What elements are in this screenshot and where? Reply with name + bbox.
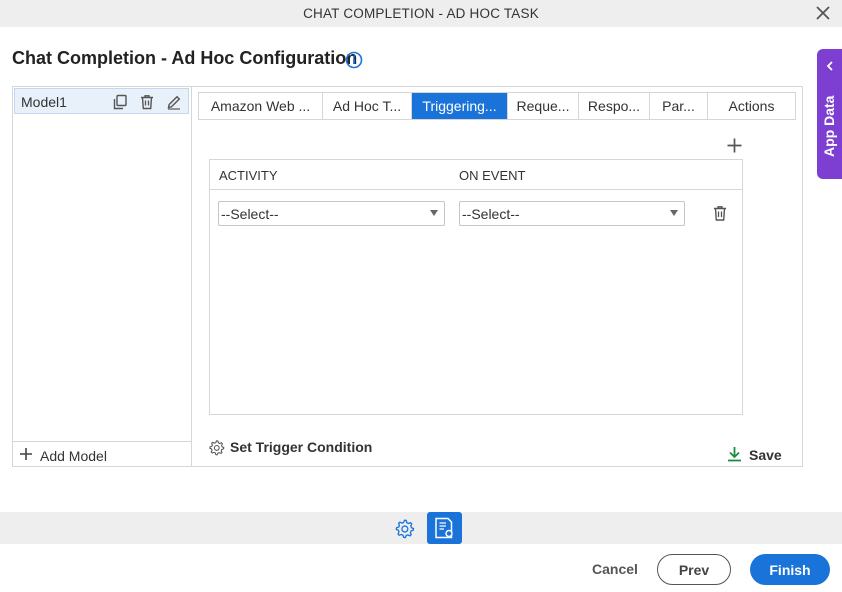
plus-icon bbox=[20, 448, 32, 460]
activity-select[interactable]: --Select-- bbox=[218, 201, 445, 226]
close-icon[interactable] bbox=[814, 4, 832, 22]
tab-triggering[interactable]: Triggering... bbox=[412, 93, 508, 119]
chevron-left-icon bbox=[826, 61, 833, 71]
page-view-button[interactable] bbox=[427, 512, 462, 544]
column-header-activity: ACTIVITY bbox=[219, 168, 278, 183]
tab-ad-hoc-task[interactable]: Ad Hoc T... bbox=[323, 93, 412, 119]
trash-icon[interactable] bbox=[712, 205, 728, 222]
add-model-label: Add Model bbox=[40, 448, 107, 464]
add-row-icon[interactable] bbox=[726, 137, 743, 154]
tab-bar: Amazon Web ... Ad Hoc T... Triggering...… bbox=[198, 92, 796, 120]
page-title: Chat Completion - Ad Hoc Configuration bbox=[12, 48, 358, 68]
gear-icon bbox=[209, 440, 225, 456]
info-icon[interactable] bbox=[345, 51, 363, 69]
table-header: ACTIVITY ON EVENT bbox=[210, 160, 742, 190]
app-data-label: App Data bbox=[821, 95, 837, 157]
tab-actions[interactable]: Actions bbox=[708, 93, 795, 119]
chevron-down-icon bbox=[430, 210, 438, 216]
tab-amazon-web-services[interactable]: Amazon Web ... bbox=[199, 93, 323, 119]
prev-button[interactable]: Prev bbox=[657, 554, 731, 585]
title-bar: CHAT COMPLETION - AD HOC TASK bbox=[0, 0, 842, 27]
on-event-select-value: --Select-- bbox=[462, 206, 520, 222]
trash-icon[interactable] bbox=[139, 94, 155, 110]
chevron-down-icon bbox=[670, 210, 678, 216]
save-label: Save bbox=[749, 447, 782, 463]
model-panel: Model1 Add Model bbox=[12, 86, 192, 467]
finish-button[interactable]: Finish bbox=[750, 554, 830, 585]
activity-select-value: --Select-- bbox=[221, 206, 279, 222]
model-item[interactable]: Model1 bbox=[14, 88, 189, 114]
set-trigger-condition-label: Set Trigger Condition bbox=[230, 439, 373, 455]
on-event-select[interactable]: --Select-- bbox=[459, 201, 685, 226]
column-header-on-event: ON EVENT bbox=[459, 168, 526, 183]
tab-response[interactable]: Respo... bbox=[579, 93, 650, 119]
copy-icon[interactable] bbox=[112, 94, 128, 110]
edit-icon[interactable] bbox=[166, 94, 182, 110]
app-data-tab[interactable]: App Data bbox=[817, 49, 842, 179]
tab-request[interactable]: Reque... bbox=[508, 93, 579, 119]
tab-parameters[interactable]: Par... bbox=[650, 93, 708, 119]
trigger-table: ACTIVITY ON EVENT --Select-- --Select-- bbox=[209, 159, 743, 415]
model-name: Model1 bbox=[21, 94, 67, 110]
window-title: CHAT COMPLETION - AD HOC TASK bbox=[303, 6, 539, 21]
footer-toolbar bbox=[0, 512, 842, 544]
document-settings-icon bbox=[435, 517, 453, 539]
cancel-button[interactable]: Cancel bbox=[592, 561, 638, 577]
gear-icon[interactable] bbox=[394, 518, 415, 539]
download-icon bbox=[728, 447, 741, 462]
add-model-button[interactable]: Add Model bbox=[12, 441, 191, 467]
